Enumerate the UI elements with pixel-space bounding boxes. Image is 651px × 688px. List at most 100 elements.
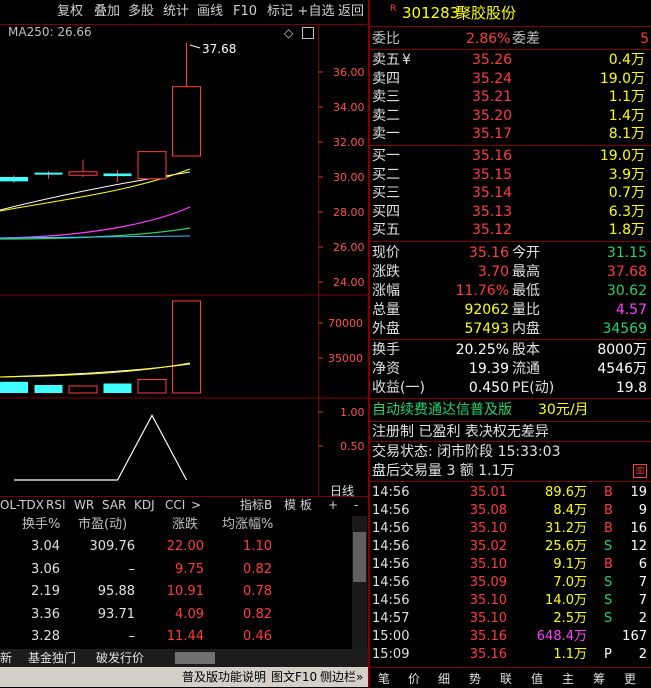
tab-rsi[interactable]: RSI (46, 497, 66, 513)
toolbar-mark-button[interactable]: 标记 (262, 3, 298, 21)
tab-indicator-b[interactable]: 指标B (240, 497, 272, 513)
col-change[interactable]: 涨跌 (172, 514, 212, 536)
bid-row[interactable]: 买二 35.15 3.9万 (372, 166, 649, 184)
tick-row: 14:56 35.09 7.0万 S 7 (372, 575, 647, 590)
toolbar-back-button[interactable]: 返回 (334, 3, 368, 21)
volume-bar (103, 383, 132, 393)
tick-row: 14:56 35.01 89.6万 B 19 (372, 485, 647, 500)
status-sidebar[interactable]: 侧边栏» (320, 668, 363, 686)
ask-row[interactable]: 卖五 ¥35.26 0.4万 (372, 51, 649, 69)
table-row[interactable]: 3.04 309.76 22.00 1.10 (0, 536, 352, 558)
tab-ol-tdx[interactable]: OL-TDX (0, 497, 44, 513)
status-help[interactable]: 普及版功能说明 (182, 668, 266, 686)
price-tick-label: 26.00 (333, 241, 365, 254)
tab-main[interactable]: 主 (562, 670, 574, 688)
toolbar-add-watch-button[interactable]: +自选 (296, 3, 336, 21)
toolbar-overlay-button[interactable]: 叠加 (89, 3, 125, 21)
ask-row[interactable]: 卖三 35.21 1.1万 (372, 88, 649, 106)
stat-row: 总量 92062 量比 4.57 (372, 302, 647, 318)
tab-trades[interactable]: 笔 (378, 670, 390, 688)
tab-chips[interactable]: 筹 (593, 670, 605, 688)
indicator-tick-label: 0.50 (340, 440, 365, 453)
table-row[interactable]: 3.36 93.71 4.09 0.82 (0, 604, 352, 626)
toolbar-multistock-button[interactable]: 多股 (123, 3, 159, 21)
candle-body (34, 172, 63, 175)
tab-template[interactable]: 模 板 (284, 497, 312, 513)
table-cell: 3.28 (31, 629, 60, 644)
scrollbar-thumb[interactable] (353, 532, 366, 582)
tab-price[interactable]: 价 (408, 670, 420, 688)
tab-below-issue[interactable]: 破发行价 (96, 650, 144, 666)
ma20-line (0, 206, 191, 239)
zoom-in-button[interactable]: + (328, 497, 338, 513)
kline-chart[interactable]: 36.00 34.00 32.00 30.00 28.00 26.00 24.00 37.6… (0, 25, 368, 497)
volume-axis: 70000 35000 (318, 317, 363, 365)
r-marker: R (390, 4, 397, 14)
tab-sar[interactable]: SAR (102, 497, 126, 513)
bid-row[interactable]: 买三 35.14 0.7万 (372, 184, 649, 202)
stat-row: 收益(一) 0.450 PE(动) 19.8 (372, 380, 647, 396)
table-row[interactable]: 2.19 95.88 10.91 0.78 (0, 581, 352, 603)
toolbar-f10-button[interactable]: F10 (228, 3, 262, 21)
col-avg-change[interactable]: 均涨幅% (222, 514, 282, 536)
bid-row[interactable]: 买一 35.16 19.0万 (372, 147, 649, 165)
table-cell: 3.06 (31, 561, 60, 577)
reg-row: 注册制 已盈利 表决权无差异 (372, 424, 549, 440)
table-cell: 309.76 (89, 539, 136, 554)
price-tick-label: 36.00 (333, 66, 365, 79)
tab-value[interactable]: 值 (531, 670, 543, 688)
chart-icon[interactable]: ▥ (633, 464, 647, 478)
tab-kdj[interactable]: KDJ (134, 497, 155, 513)
stat-row: 外盘 57493 内盘 34569 (372, 321, 647, 337)
tab-new[interactable]: 新 (0, 650, 12, 666)
tab-more-right[interactable]: 更 (624, 670, 636, 688)
toolbar-fuquan-button[interactable]: 复权 (52, 3, 88, 21)
toolbar-draw-button[interactable]: 画线 (192, 3, 228, 21)
table-cell: 4.09 (175, 606, 204, 622)
zoom-out-button[interactable]: - (354, 497, 358, 513)
period-label[interactable]: 日线 (330, 482, 354, 499)
bid-row[interactable]: 买五 35.12 1.8万 (372, 221, 649, 239)
table-cell: 2.19 (31, 584, 60, 599)
tab-fund-exclusive[interactable]: 基金独门 (28, 650, 76, 666)
bid-row[interactable]: 买四 35.13 6.3万 (372, 203, 649, 221)
table-cell: 95.88 (97, 584, 135, 599)
col-turnover[interactable]: 换手% (22, 514, 62, 536)
candles-layer (0, 42, 201, 184)
tab-more[interactable]: > (191, 497, 201, 513)
indicator-axis: 1.00 0.50 (318, 406, 365, 453)
promo-row[interactable]: 自动续费通达信普及版 30元/月 (372, 401, 649, 419)
tab-wr[interactable]: WR (74, 497, 94, 513)
tick-row: 14:56 35.10 14.0万 S 7 (372, 593, 647, 608)
table-cell: – (128, 561, 136, 577)
table-cell: 0.46 (243, 629, 272, 644)
tab-cci[interactable]: CCI (165, 497, 185, 513)
table-scrollbar[interactable] (352, 516, 367, 649)
stock-name: 聚胶股份 (456, 4, 517, 22)
table-row[interactable]: 3.28 – 11.44 0.46 (0, 626, 352, 648)
tab-link[interactable]: 联 (500, 670, 512, 688)
col-pe[interactable]: 市盈(动) (78, 514, 148, 536)
candle-body (137, 151, 167, 180)
status-row: 交易状态: 闭市阶段 15:33:03 (372, 444, 561, 460)
price-tick-label: 28.00 (333, 206, 365, 219)
volume-tick-label: 70000 (328, 317, 363, 330)
ask-row[interactable]: 卖二 35.20 1.4万 (372, 107, 649, 125)
ask-row[interactable]: 卖一 35.17 8.1万 (372, 125, 649, 143)
tab-trend[interactable]: 势 (469, 670, 481, 688)
table-row[interactable]: 3.06 – 9.75 0.82 (0, 559, 352, 581)
toolbar-stats-button[interactable]: 统计 (158, 3, 194, 21)
tab-detail[interactable]: 细 (438, 670, 450, 688)
stock-code: 301283 (402, 4, 460, 22)
horizontal-scroll-thumb[interactable] (175, 652, 215, 664)
ask-row[interactable]: 卖四 35.24 19.0万 (372, 70, 649, 88)
table-cell: – (128, 629, 136, 644)
volume-bar (172, 300, 201, 394)
table-cell: 0.78 (243, 584, 272, 599)
table-cell: 0.82 (243, 561, 272, 577)
right-tab-bar: 笔 价 细 势 联 值 主 筹 更 (370, 667, 651, 688)
status-f10[interactable]: 图文F10 (271, 668, 317, 686)
candle-body (68, 171, 98, 176)
chart-toolbar: 复权 叠加 多股 统计 画线 F10 标记 +自选 返回 (0, 0, 367, 25)
table-cell: 1.10 (243, 539, 272, 554)
